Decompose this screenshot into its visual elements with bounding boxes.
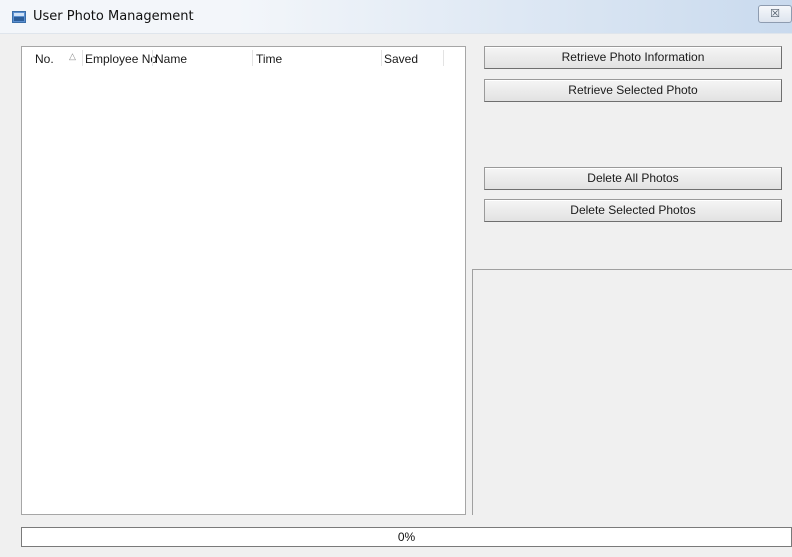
column-divider[interactable] xyxy=(152,50,153,66)
column-divider[interactable] xyxy=(252,50,253,66)
column-divider[interactable] xyxy=(443,50,444,66)
retrieve-photo-information-button[interactable]: Retrieve Photo Information xyxy=(484,46,782,69)
retrieve-selected-photo-button[interactable]: Retrieve Selected Photo xyxy=(484,79,782,102)
window-title: User Photo Management xyxy=(33,9,194,24)
column-header-saved[interactable]: Saved xyxy=(384,47,418,68)
delete-selected-photos-button[interactable]: Delete Selected Photos xyxy=(484,199,782,222)
close-button[interactable]: ☒ xyxy=(758,5,792,23)
column-header-time[interactable]: Time xyxy=(256,47,282,68)
list-header: No. △ Employee No Name Time Saved xyxy=(22,47,444,68)
column-header-employee-no[interactable]: Employee No xyxy=(85,47,157,68)
photo-preview-panel xyxy=(472,269,792,515)
title-bar: User Photo Management ☒ xyxy=(0,0,792,34)
delete-all-photos-button[interactable]: Delete All Photos xyxy=(484,167,782,190)
column-header-name[interactable]: Name xyxy=(155,47,187,68)
progress-bar: 0% xyxy=(21,527,792,547)
progress-label: 0% xyxy=(397,530,416,544)
column-divider[interactable] xyxy=(381,50,382,66)
column-header-no[interactable]: No. xyxy=(35,47,54,68)
photo-list[interactable]: No. △ Employee No Name Time Saved xyxy=(21,46,466,515)
app-icon xyxy=(12,11,26,23)
column-divider[interactable] xyxy=(82,50,83,66)
sort-ascending-icon: △ xyxy=(69,51,76,61)
